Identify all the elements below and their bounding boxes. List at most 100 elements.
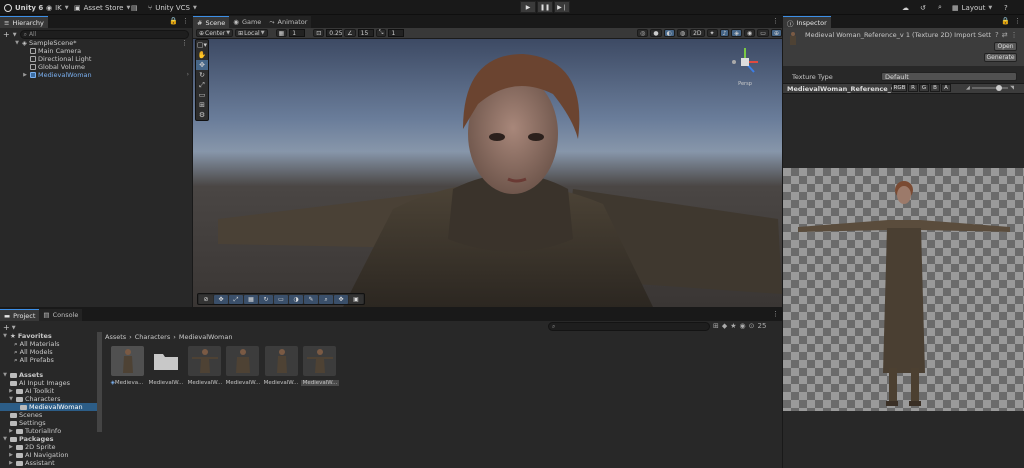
camera-dropdown[interactable]: ▭ bbox=[757, 29, 769, 37]
sphere-icon[interactable]: ◑ bbox=[289, 295, 303, 304]
panel-menu[interactable]: ⋮ bbox=[772, 310, 779, 318]
tab-animator[interactable]: ⤳ Animator bbox=[265, 16, 312, 28]
lighting-toggle[interactable]: ✦ bbox=[706, 29, 718, 37]
project-add-button[interactable]: + ▼ bbox=[3, 323, 16, 332]
asset-thumbnail[interactable] bbox=[188, 346, 221, 376]
render-mode-dropdown[interactable]: ◍ bbox=[676, 29, 689, 37]
folder-thumbnail[interactable] bbox=[149, 346, 182, 376]
audio-toggle[interactable]: ♪ bbox=[719, 29, 730, 37]
vcs-dropdown[interactable]: ⑂ Unity VCS ▼ bbox=[148, 2, 197, 13]
help-icon[interactable]: ? bbox=[995, 31, 999, 39]
snap-toggle[interactable]: ⊡ bbox=[313, 29, 325, 37]
add-button[interactable]: + bbox=[3, 30, 10, 39]
unity-menu[interactable]: Unity 6 bbox=[4, 2, 43, 13]
scale-field[interactable]: 1 bbox=[388, 29, 405, 37]
hidden-toggle[interactable]: ◉ bbox=[744, 29, 756, 37]
grid-icon[interactable]: ▦ bbox=[244, 295, 258, 304]
tab-hierarchy[interactable]: ≡ Hierarchy bbox=[0, 16, 48, 28]
filter-star-icon[interactable]: ★ bbox=[730, 322, 736, 330]
assets-header[interactable]: ▼ Assets bbox=[2, 371, 43, 379]
rotate-icon[interactable]: ↻ bbox=[259, 295, 273, 304]
2d-toggle[interactable]: 2D bbox=[690, 29, 705, 37]
cloud-button[interactable]: ☁ bbox=[902, 2, 909, 13]
rect-icon[interactable]: ▭ bbox=[274, 295, 288, 304]
grid-size-field[interactable]: 1 bbox=[289, 29, 306, 37]
angle-snap-toggle[interactable]: ∠ bbox=[344, 29, 356, 37]
folder-item[interactable]: ▶ TutorialInfo bbox=[8, 427, 61, 435]
perspective-label[interactable]: Persp bbox=[730, 81, 760, 87]
more-icon[interactable]: ⋮ bbox=[1011, 31, 1018, 39]
mip-slider[interactable]: ◢ ◥ bbox=[966, 84, 1014, 92]
filter-label-icon[interactable]: ◆ bbox=[722, 322, 727, 330]
shading-wireframe-button[interactable]: ◎ bbox=[637, 29, 649, 37]
move-icon[interactable]: ✥ bbox=[214, 295, 228, 304]
scale-snap-toggle[interactable]: ⤡ bbox=[375, 29, 387, 37]
hierarchy-item[interactable]: Main Camera bbox=[30, 47, 81, 55]
favorites-header[interactable]: ▼ ★ Favorites bbox=[2, 332, 52, 340]
tab-project[interactable]: ▬ Project bbox=[0, 309, 40, 321]
project-search-input[interactable]: ⌕ bbox=[548, 322, 710, 331]
preset-icon[interactable]: ⇄ bbox=[1002, 31, 1008, 39]
angle-field[interactable]: 15 bbox=[357, 29, 374, 37]
scale-tool-icon[interactable]: ⤢ bbox=[196, 80, 208, 90]
hand-tool-icon[interactable]: ✋ bbox=[196, 50, 208, 60]
folder-item[interactable]: Settings bbox=[10, 419, 46, 427]
zoom-icon[interactable]: ⌕ bbox=[319, 295, 333, 304]
texture-preview[interactable] bbox=[783, 168, 1024, 411]
asset-thumbnail-selected[interactable] bbox=[303, 346, 336, 376]
rect-tool-icon[interactable]: ▭ bbox=[196, 90, 208, 100]
channel-a-button[interactable]: A bbox=[941, 84, 951, 92]
account-dropdown[interactable]: ◉ IK ▼ bbox=[46, 2, 69, 13]
package-item[interactable]: ▶ AI Navigation bbox=[8, 451, 68, 459]
tree-scrollbar[interactable] bbox=[97, 332, 102, 432]
favorite-item[interactable]: ⌕ All Materials bbox=[14, 340, 60, 349]
package-item[interactable]: ▶ Assistant bbox=[8, 459, 55, 467]
transform-tool-icon[interactable]: ⊞ bbox=[196, 100, 208, 110]
history-button[interactable]: ↺ bbox=[920, 2, 926, 13]
eye-icon[interactable]: ◉ bbox=[740, 322, 746, 330]
filter-type-icon[interactable]: ⊞ bbox=[713, 322, 719, 330]
texture-type-dropdown[interactable]: Default bbox=[881, 72, 1017, 81]
snap-icon[interactable]: ⊘ bbox=[199, 295, 213, 304]
scene-root[interactable]: ▼ ◈ SampleScene* bbox=[14, 39, 76, 47]
orientation-dropdown[interactable]: ▢▾ bbox=[196, 40, 208, 50]
channel-b-button[interactable]: B bbox=[930, 84, 940, 92]
folder-item[interactable]: ▼ Characters bbox=[8, 395, 60, 403]
tab-console[interactable]: ▤ Console bbox=[39, 309, 83, 321]
hierarchy-item-prefab[interactable]: ▶ MedievalWoman bbox=[22, 71, 92, 79]
pivot-rotation-dropdown[interactable]: ⊞ Local ▼ bbox=[235, 29, 268, 37]
asset-thumbnail[interactable] bbox=[111, 346, 144, 376]
panel-menu[interactable]: 🔒 ⋮ bbox=[1001, 17, 1021, 25]
packages-header[interactable]: ▼ Packages bbox=[2, 435, 53, 443]
channel-g-button[interactable]: G bbox=[919, 84, 929, 92]
breadcrumb-item[interactable]: Characters bbox=[135, 333, 170, 341]
generate-button[interactable]: Generate bbox=[984, 53, 1017, 62]
package-item[interactable]: ▶ 2D Sprite bbox=[8, 443, 55, 451]
open-button[interactable]: Open bbox=[994, 42, 1017, 51]
hierarchy-item[interactable]: Global Volume bbox=[30, 63, 85, 71]
pivot-mode-dropdown[interactable]: ⊕ Center ▼ bbox=[196, 29, 234, 37]
pause-button[interactable]: ❚❚ bbox=[537, 1, 553, 13]
channel-rgb-button[interactable]: RGB bbox=[892, 84, 907, 92]
tab-game[interactable]: ◉ Game bbox=[229, 16, 266, 28]
hierarchy-search-input[interactable]: ⌕ All bbox=[19, 30, 189, 39]
favorite-item[interactable]: ⌕ All Models bbox=[14, 348, 53, 357]
rotate-tool-icon[interactable]: ↻ bbox=[196, 70, 208, 80]
effects-toggle[interactable]: ◈ bbox=[731, 29, 743, 37]
channel-r-button[interactable]: R bbox=[908, 84, 918, 92]
custom-tool-icon[interactable]: ⚙ bbox=[196, 110, 208, 120]
frame-icon[interactable]: ▣ bbox=[349, 295, 363, 304]
step-button[interactable]: ▶❘ bbox=[554, 1, 570, 13]
cloud-services-button[interactable]: ▤ bbox=[131, 2, 138, 13]
tab-scene[interactable]: # Scene bbox=[193, 16, 230, 28]
tab-inspector[interactable]: ⓘ Inspector bbox=[783, 16, 831, 28]
chevron-right-icon[interactable]: › bbox=[187, 71, 189, 78]
panel-menu[interactable]: ⋮ bbox=[772, 17, 779, 25]
breadcrumb-item[interactable]: MedievalWoman bbox=[179, 333, 233, 341]
folder-item-selected[interactable]: MedievalWoman bbox=[20, 403, 83, 411]
panel-menu[interactable]: 🔒 ⋮ bbox=[169, 17, 189, 25]
asset-thumbnail[interactable] bbox=[226, 346, 259, 376]
breadcrumb-item[interactable]: Assets bbox=[105, 333, 126, 341]
asset-thumbnail[interactable] bbox=[265, 346, 298, 376]
snap-field[interactable]: 0.25 bbox=[326, 29, 343, 37]
